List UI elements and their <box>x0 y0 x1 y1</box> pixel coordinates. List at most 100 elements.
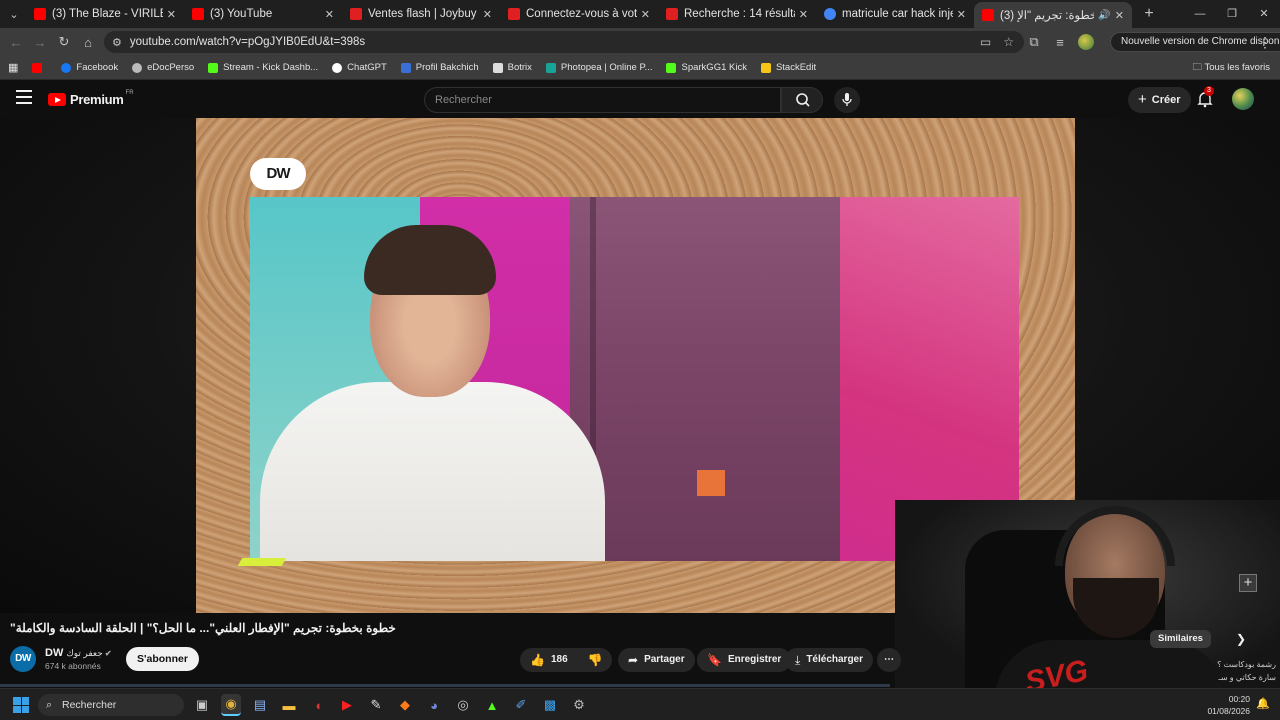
chevron-right-icon[interactable]: ❯ <box>1236 632 1246 646</box>
kick-app-icon[interactable]: ▲ <box>482 694 502 716</box>
search-favicon-icon <box>666 8 678 20</box>
obs-icon[interactable]: ◎ <box>453 694 473 716</box>
opera-icon[interactable]: ◖ <box>308 694 328 716</box>
minimize-icon[interactable]: — <box>1184 0 1216 28</box>
tab-3[interactable]: Ventes flash | Joybuy ✕ <box>342 2 500 26</box>
profile-avatar[interactable] <box>1078 34 1094 50</box>
share-button[interactable]: ➦ Partager <box>618 648 695 672</box>
bookmark-profil-bakchich[interactable]: Profil Bakchich <box>400 62 479 73</box>
plus-icon: + <box>1138 91 1147 108</box>
tab-title: Connectez-vous à votre compt <box>526 8 637 20</box>
bookmark-facebook[interactable]: Facebook <box>61 62 118 73</box>
chrome-menu-icon[interactable]: ⋮ <box>1258 28 1272 56</box>
tab-1[interactable]: (3) The Blaze - VIRILE (Official V ✕ <box>26 2 184 26</box>
search-button[interactable] <box>781 87 823 113</box>
taskbar-search[interactable]: ⌕ Rechercher <box>38 694 184 716</box>
tab-6[interactable]: matricule car hack injection - R ✕ <box>816 2 974 26</box>
create-button[interactable]: + Créer <box>1128 87 1191 113</box>
bookmarks-bar: ▦ Facebook eDocPerso Stream - Kick Dashb… <box>0 56 1280 80</box>
discord-icon[interactable]: ◕ <box>424 694 444 716</box>
subscribe-button[interactable]: S'abonner <box>126 647 199 671</box>
file-explorer-icon[interactable]: ▬ <box>279 694 299 716</box>
paint-app-icon[interactable]: ✐ <box>511 694 531 716</box>
save-button[interactable]: 🔖 Enregistrer <box>697 648 792 672</box>
tab-5[interactable]: Recherche : 14 résultats trouvé ✕ <box>658 2 816 26</box>
thumbs-up-icon[interactable]: 👍 <box>530 648 545 672</box>
back-icon[interactable]: ← <box>4 35 28 50</box>
forward-icon[interactable]: → <box>28 35 52 50</box>
close-tab-icon[interactable]: ✕ <box>641 8 650 21</box>
close-tab-icon[interactable]: ✕ <box>325 8 334 21</box>
home-icon[interactable]: ⌂ <box>76 35 100 50</box>
scroll-progress <box>0 684 890 687</box>
menu-icon[interactable] <box>16 90 32 104</box>
taskbar-apps: ▣ ◉ ▤ ▬ ◖ ▶ ✎ ◆ ◕ ◎ ▲ ✐ ▩ ⚙ <box>192 694 589 716</box>
bookmark-stackedit[interactable]: StackEdit <box>760 62 816 73</box>
speaker-icon[interactable]: 🔊 <box>1098 10 1110 21</box>
similar-chip[interactable]: Similaires <box>1150 630 1211 648</box>
orange-cube-graphic <box>697 470 725 496</box>
verified-icon: ✔ <box>104 649 112 658</box>
photos-app-icon[interactable]: ▩ <box>540 694 560 716</box>
close-window-icon[interactable]: ✕ <box>1248 0 1280 28</box>
tab-7-active[interactable]: (3) خطوة بخطوة: تجريم "الإ... 🔊 ✕ <box>974 2 1132 28</box>
all-bookmarks[interactable]: 🗀 Tous les favoris <box>1193 56 1270 80</box>
like-count[interactable]: 186 <box>551 648 568 672</box>
close-tab-icon[interactable]: ✕ <box>483 8 492 21</box>
download-button[interactable]: ⤓ Télécharger <box>785 648 874 672</box>
close-tab-icon[interactable]: ✕ <box>957 8 966 21</box>
tab-search-icon[interactable]: ⌄ <box>2 3 26 25</box>
bookmark-youtube[interactable] <box>32 62 47 73</box>
chrome-icon[interactable]: ◉ <box>221 694 241 716</box>
settings-icon[interactable]: ⚙ <box>569 694 589 716</box>
expand-plus-icon[interactable]: + <box>1239 574 1257 592</box>
capture-app-icon[interactable]: ✎ <box>366 694 386 716</box>
bookmark-sparkgg1-kick[interactable]: SparkGG1 Kick <box>666 62 747 73</box>
voice-search-button[interactable] <box>834 87 860 113</box>
account-avatar[interactable] <box>1232 88 1254 110</box>
close-tab-icon[interactable]: ✕ <box>167 8 176 21</box>
more-actions-icon[interactable]: ⋯ <box>877 648 901 672</box>
windows-start-icon[interactable] <box>13 697 29 713</box>
close-tab-icon[interactable]: ✕ <box>799 8 808 21</box>
close-tab-icon[interactable]: ✕ <box>1115 9 1124 22</box>
bookmark-photopea[interactable]: Photopea | Online P... <box>545 62 652 73</box>
store-icon[interactable]: ▤ <box>250 694 270 716</box>
extensions-icon[interactable]: ⧉ <box>1026 34 1042 50</box>
notifications-button[interactable]: 3 <box>1196 86 1214 108</box>
bookmark-botrix[interactable]: Botrix <box>492 62 532 73</box>
orange-app-icon[interactable]: ◆ <box>395 694 415 716</box>
thumbs-down-icon[interactable]: 👎 <box>588 648 603 672</box>
address-bar[interactable]: ⚙ youtube.com/watch?v=pOgJYIB0EdU&t=398s… <box>104 31 1024 53</box>
search-icon <box>796 93 810 107</box>
restore-icon[interactable]: ❐ <box>1216 0 1248 28</box>
screen: ⌄ (3) The Blaze - VIRILE (Official V ✕ (… <box>0 0 1280 720</box>
channel-name[interactable]: DW جعفر توك ✔ <box>45 647 112 659</box>
bookmark-chatgpt[interactable]: ChatGPT <box>332 62 387 73</box>
search-input[interactable]: Rechercher <box>424 87 781 113</box>
window-controls: — ❐ ✕ <box>1184 0 1280 28</box>
bookmark-star-icon[interactable]: ☆ <box>1003 35 1014 49</box>
stackedit-icon <box>760 62 771 73</box>
task-view-icon[interactable]: ▣ <box>192 694 212 716</box>
youtube-premium-logo[interactable]: Premium FR <box>48 90 134 107</box>
chrome-update-button[interactable]: Nouvelle version de Chrome disponible <box>1110 32 1280 52</box>
related-video-preview[interactable]: رشمة بودكاست ؟ سارة حكاتي و سـ <box>1196 658 1276 684</box>
reload-icon[interactable]: ↻ <box>52 34 76 50</box>
bookmark-kick-dashboard[interactable]: Stream - Kick Dashb... <box>208 62 318 73</box>
channel-avatar[interactable]: DW <box>10 646 36 672</box>
new-tab-button[interactable]: + <box>1140 5 1158 23</box>
notification-center-icon[interactable]: 🔔 <box>1256 697 1270 710</box>
tab-2[interactable]: (3) YouTube ✕ <box>184 2 342 26</box>
cast-icon[interactable]: ▭ <box>980 35 991 49</box>
headset <box>1055 506 1175 566</box>
youtube-app-icon[interactable]: ▶ <box>337 694 357 716</box>
apps-icon[interactable]: ▦ <box>8 61 18 74</box>
site-info-icon[interactable]: ⚙ <box>112 36 122 49</box>
bookmark-edocperso[interactable]: eDocPerso <box>132 62 194 73</box>
tab-title: matricule car hack injection - R <box>842 8 953 20</box>
tab-4[interactable]: Connectez-vous à votre compt ✕ <box>500 2 658 26</box>
media-control-icon[interactable]: ≡ <box>1052 35 1068 50</box>
system-clock[interactable]: 00:20 01/08/2026 <box>1207 693 1250 717</box>
subscriber-count: 674 k abonnés <box>45 661 101 671</box>
